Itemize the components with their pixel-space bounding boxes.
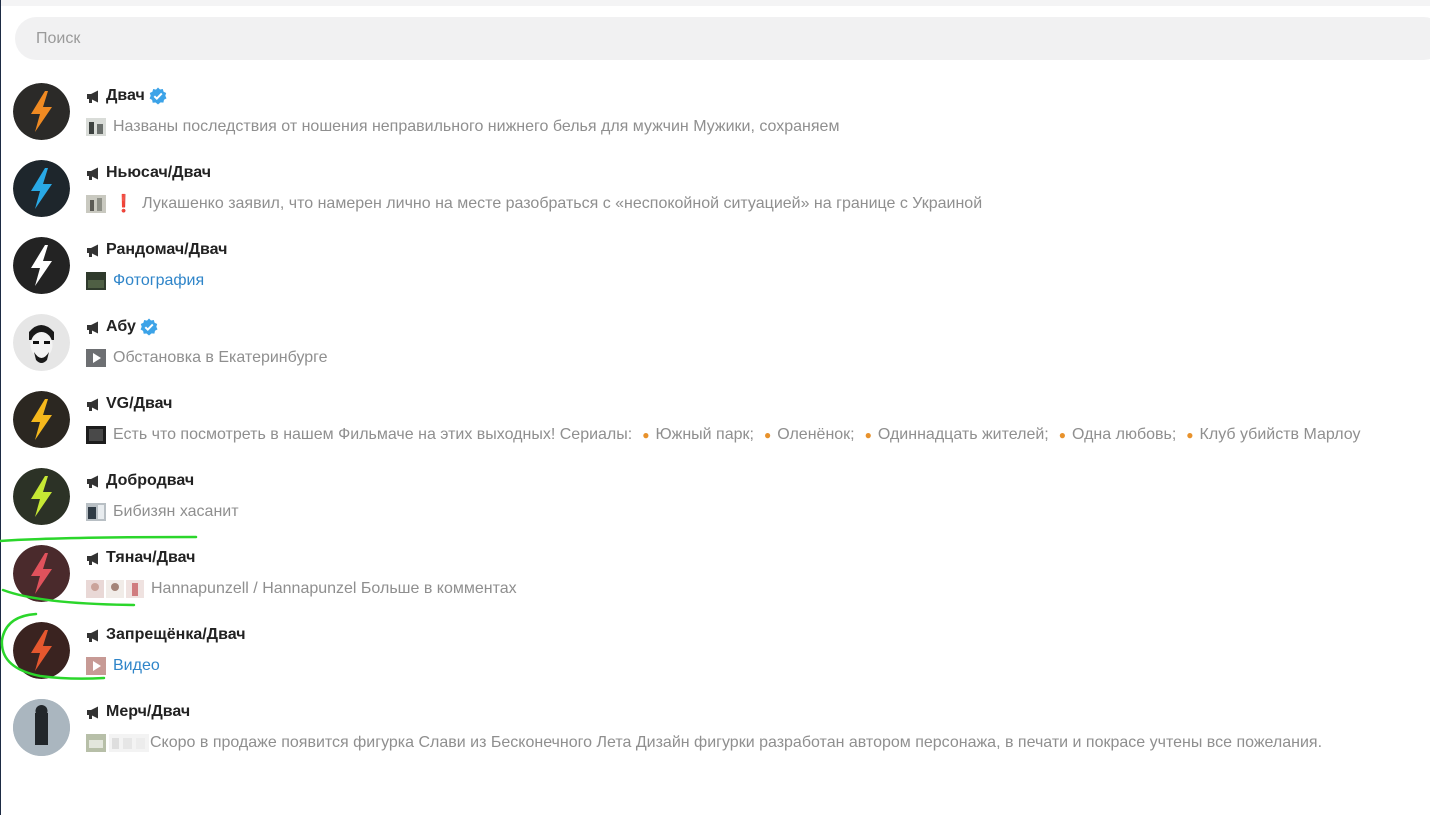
verified-badge-icon [149,87,167,105]
chat-title: Двач [106,87,145,104]
chat-item-vg[interactable]: VG/Двач Есть что посмотреть в нашем Филь… [0,381,1430,458]
megaphone-icon [86,474,104,488]
chat-title: Рандомач/Двач [106,241,228,258]
bullet-item: Клуб убийств Марлоу [1199,426,1361,443]
bullet-item: Оленёнок; [777,426,855,443]
avatar [13,391,70,448]
megaphone-icon [86,320,104,334]
megaphone-icon [86,628,104,642]
chat-preview: Бибизян хасанит [113,503,239,520]
chat-title: Запрещёнка/Двач [106,626,246,643]
chat-preview: Лукашенко заявил, что намерен лично на м… [142,195,983,212]
preview-thumbnail [106,580,124,598]
chat-item-tyanach[interactable]: Тянач/Двач Hannapunzell / Hannapunzel Бо… [0,535,1430,612]
chat-preview-media: Видео [113,657,160,674]
chat-preview: Скоро в продаже появится фигурка Слави и… [150,734,1323,751]
bullet-item: Южный парк; [655,426,754,443]
search-placeholder: Поиск [36,29,81,47]
exclamation-icon: ❗ [113,194,135,213]
chat-title: Ньюсач/Двач [106,164,211,181]
megaphone-icon [86,705,104,719]
chat-title: Мерч/Двач [106,703,191,720]
chat-item-newsach[interactable]: Ньюсач/Двач ❗ Лукашенко заявил, что наме… [0,150,1430,227]
bullet-item: Одиннадцать жителей; [877,426,1049,443]
avatar [13,699,70,756]
verified-badge-icon [140,318,158,336]
preview-thumbnail [86,426,106,444]
bullet-icon: ● [1058,428,1066,442]
chat-item-merch[interactable]: Мерч/Двач Скоро в продаже появится фигур… [0,689,1430,766]
bullet-icon: ● [1186,428,1194,442]
megaphone-icon [86,397,104,411]
avatar [13,545,70,602]
chat-item-dvach[interactable]: Двач Названы последствия от ношения непр… [0,73,1430,150]
chat-item-dobrodvach[interactable]: Добродвач Бибизян хасанит [0,458,1430,535]
chat-title: VG/Двач [106,395,173,412]
preview-thumbnail [86,580,104,598]
preview-thumbnail [86,503,106,521]
chat-item-zapreshchenka[interactable]: Запрещёнка/Двач Видео [0,612,1430,689]
chat-list: Двач Названы последствия от ношения непр… [0,73,1430,766]
avatar [13,622,70,679]
chat-item-abu[interactable]: Абу Обстановка в Екатеринбурге [0,304,1430,381]
preview-thumbnail [86,118,106,136]
avatar [13,468,70,525]
megaphone-icon [86,243,104,257]
chat-preview: Обстановка в Екатеринбурге [113,349,328,366]
video-thumbnail-icon [86,657,106,675]
chat-preview-media: Фотография [113,272,205,289]
megaphone-icon [86,166,104,180]
chat-title: Тянач/Двач [106,549,196,566]
chat-preview: Названы последствия от ношения неправиль… [113,118,840,135]
preview-thumbnail [86,272,106,290]
search-input[interactable]: Поиск [15,17,1430,60]
bullet-icon: ● [864,428,872,442]
bullet-item: Одна любовь; [1072,426,1177,443]
preview-thumbnail [126,580,144,598]
top-divider [0,0,1430,6]
bullet-icon: ● [642,428,650,442]
chat-item-randomach[interactable]: Рандомач/Двач Фотография [0,227,1430,304]
preview-thumbnail [86,734,106,752]
avatar [13,83,70,140]
avatar [13,237,70,294]
chat-title: Добродвач [106,472,195,489]
preview-thumbnail [109,734,149,752]
chat-preview: Есть что посмотреть в нашем Фильмаче на … [113,426,633,443]
megaphone-icon [86,89,104,103]
video-thumbnail-icon [86,349,106,367]
preview-thumbnail [86,195,106,213]
chat-preview: Hannapunzell / Hannapunzel Больше в комм… [151,580,517,597]
chat-title: Абу [106,318,136,335]
avatar [13,314,70,371]
bullet-icon: ● [763,428,772,442]
avatar [13,160,70,217]
megaphone-icon [86,551,104,565]
